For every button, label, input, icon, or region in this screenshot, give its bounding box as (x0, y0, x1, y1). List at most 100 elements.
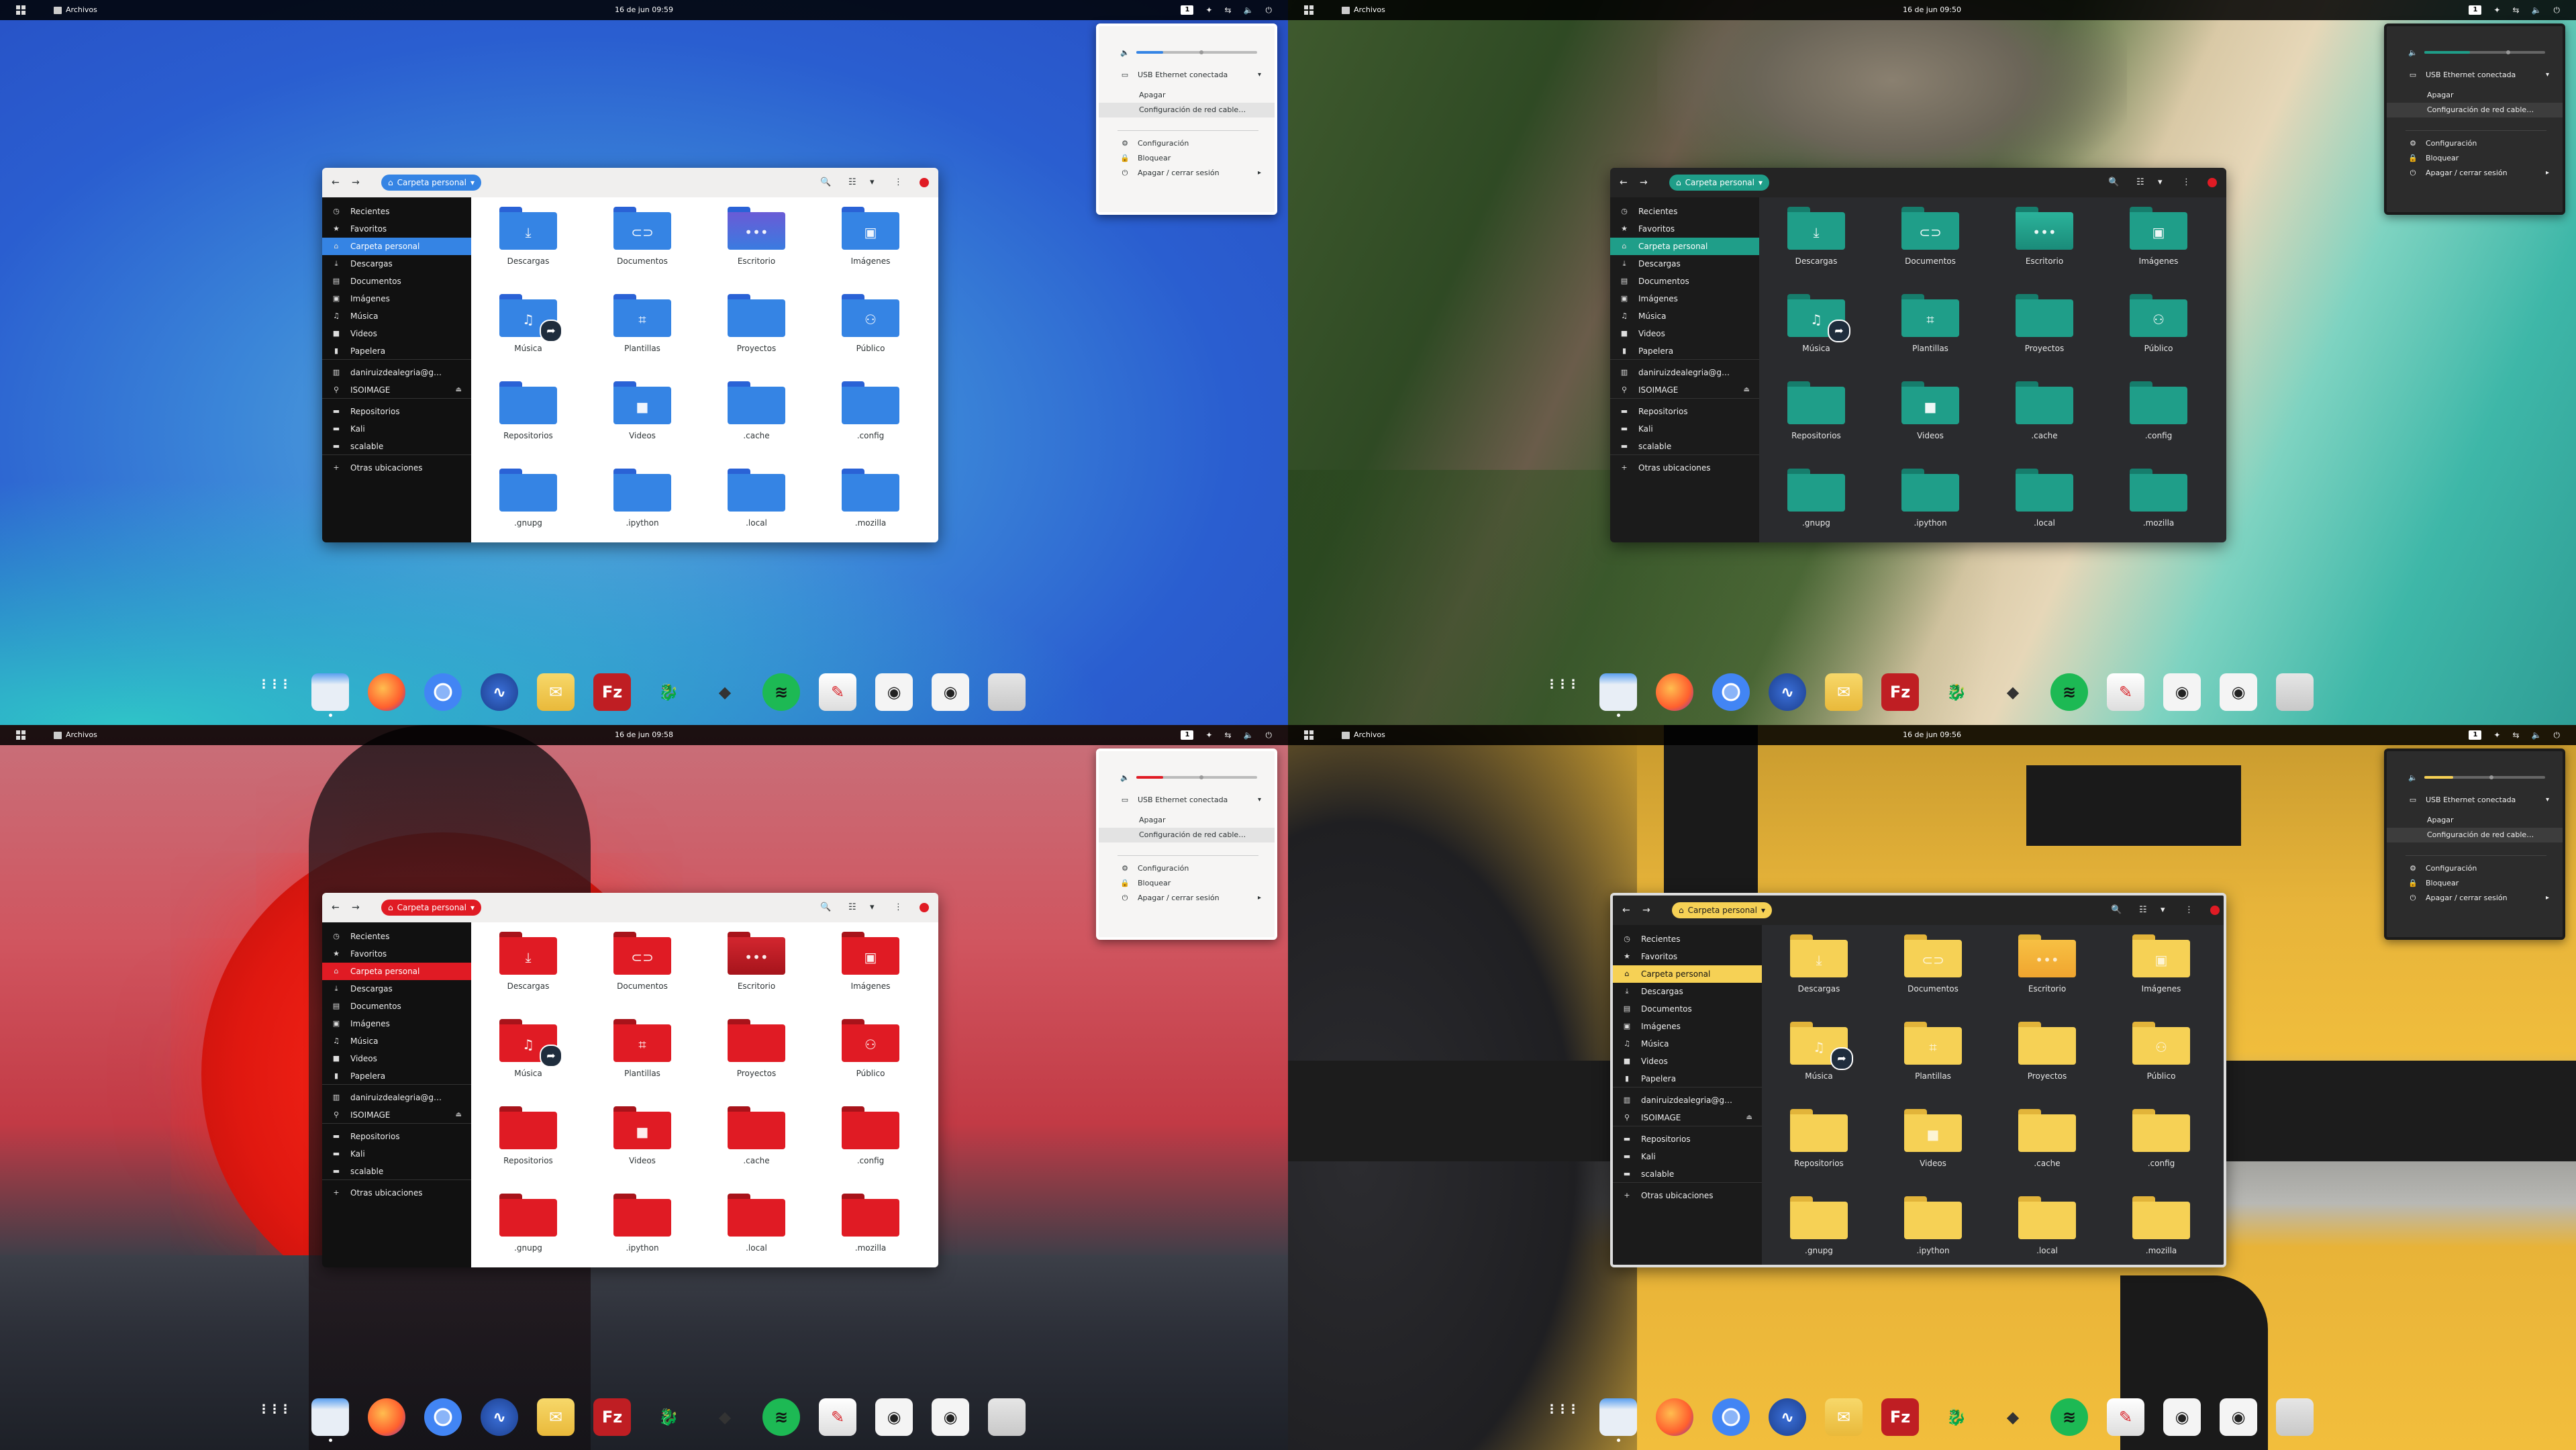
spotify-icon[interactable]: ≋ (762, 673, 800, 711)
sidebar-item[interactable]: + Otras ubicaciones (322, 459, 471, 477)
back-button[interactable]: ← (332, 177, 340, 188)
file-item[interactable]: ⚇ Público (2101, 285, 2216, 372)
lock-item[interactable]: 🔒 Bloquear (2408, 876, 2549, 891)
network-settings-item[interactable]: Configuración de red cable… (1099, 828, 1275, 842)
text-editor-icon[interactable]: ✎ (2107, 1398, 2144, 1436)
sidebar-item[interactable]: ▬ scalable (1610, 438, 1759, 455)
sidebar-item[interactable]: ■ Videos (1610, 325, 1759, 342)
show-apps-icon[interactable]: ⋮⋮⋮ (255, 673, 293, 711)
accessibility-icon[interactable]: ✦ (1205, 5, 1212, 15)
disk-icon[interactable]: ◉ (2220, 673, 2257, 711)
trash-icon[interactable] (988, 1398, 1026, 1436)
file-item[interactable]: .ipython (1876, 1187, 1990, 1265)
volume-track[interactable] (1136, 50, 1257, 54)
search-button[interactable]: 🔍 (820, 177, 831, 187)
disk-icon[interactable]: ◉ (875, 1398, 913, 1436)
mail-icon[interactable]: ✉ (1825, 673, 1863, 711)
search-button[interactable]: 🔍 (2111, 905, 2122, 915)
workspace-indicator[interactable]: 1 (1181, 5, 1194, 15)
accessibility-icon[interactable]: ✦ (2493, 5, 2500, 15)
settings-item[interactable]: ⚙ Configuración (1120, 861, 1261, 876)
accessibility-icon[interactable]: ✦ (1205, 730, 1212, 740)
sidebar-item[interactable]: ⤓ Descargas (322, 980, 471, 998)
file-item[interactable]: .mozilla (813, 1184, 928, 1267)
disk-icon[interactable]: ◉ (932, 1398, 969, 1436)
power-icon[interactable]: ⏻ (2554, 5, 2561, 15)
file-item[interactable]: .ipython (585, 1184, 699, 1267)
firefox-icon[interactable] (368, 1398, 405, 1436)
sidebar-item[interactable]: ▮ Papelera (1610, 342, 1759, 360)
sidebar-item[interactable]: + Otras ubicaciones (1610, 459, 1759, 477)
network-off-item[interactable]: Apagar (2387, 813, 2563, 828)
sidebar-item[interactable]: ▬ Kali (1613, 1148, 1762, 1165)
sidebar-item[interactable]: ▣ Imágenes (322, 290, 471, 307)
forward-button[interactable]: → (352, 177, 360, 188)
inkscape-icon[interactable]: ◆ (1994, 1398, 2032, 1436)
forward-button[interactable]: → (1640, 177, 1648, 188)
sidebar-item[interactable]: ♫ Música (322, 1032, 471, 1050)
network-icon[interactable]: ⇆ (1224, 5, 1231, 15)
sidebar-item[interactable]: ⌂ Carpeta personal (1613, 965, 1762, 983)
file-item[interactable]: ♫ ➦ Música (471, 1010, 585, 1097)
file-item[interactable]: ♫ ➦ Música (1759, 285, 1873, 372)
system-tray[interactable]: 1 ✦ ⇆ 🔈 ⏻ (1181, 730, 1272, 740)
back-button[interactable]: ← (332, 902, 340, 913)
power-item[interactable]: ⏻ Apagar / cerrar sesión ▸ (2408, 891, 2549, 906)
back-button[interactable]: ← (1622, 905, 1630, 916)
sidebar-item[interactable]: ⌂ Carpeta personal (322, 238, 471, 255)
workspace-indicator[interactable]: 1 (2469, 730, 2482, 740)
file-item[interactable]: ♫ ➦ Música (1762, 1012, 1876, 1100)
view-options-button[interactable]: ▾ (870, 902, 875, 912)
clock[interactable]: 16 de jun 09:58 (0, 730, 1288, 740)
file-item[interactable]: Repositorios (1759, 372, 1873, 459)
disk-icon[interactable]: ◉ (2163, 673, 2201, 711)
location-breadcrumb[interactable]: ⌂ Carpeta personal ▾ (1669, 175, 1770, 191)
file-item[interactable]: .gnupg (1759, 459, 1873, 542)
sidebar-item[interactable]: ▮ Papelera (1613, 1070, 1762, 1088)
system-monitor-icon[interactable]: ∿ (481, 1398, 518, 1436)
sidebar-item[interactable]: ▤ Documentos (322, 273, 471, 290)
file-item[interactable]: ▣ Imágenes (2104, 925, 2218, 1012)
file-item[interactable]: ⌗ Plantillas (585, 285, 699, 372)
kali-dragon-icon[interactable]: 🐉 (1938, 1398, 1975, 1436)
network-off-item[interactable]: Apagar (1099, 88, 1275, 103)
sidebar-item[interactable]: ★ Favoritos (1610, 220, 1759, 238)
file-item[interactable]: .mozilla (2101, 459, 2216, 542)
sidebar-item[interactable]: ▮ Papelera (322, 1067, 471, 1085)
network-row[interactable]: ▭ USB Ethernet conectada ▾ (1120, 793, 1261, 808)
chromium-icon[interactable] (1712, 1398, 1750, 1436)
filezilla-icon[interactable]: Fz (593, 1398, 631, 1436)
file-item[interactable]: ■ Videos (1876, 1100, 1990, 1187)
trash-icon[interactable] (988, 673, 1026, 711)
sidebar-item[interactable]: ▬ scalable (1613, 1165, 1762, 1183)
sidebar-item[interactable]: ▬ Repositorios (1613, 1130, 1762, 1148)
file-item[interactable]: Repositorios (471, 372, 585, 459)
sidebar-item[interactable]: ♫ Música (1613, 1035, 1762, 1053)
file-item[interactable]: .config (813, 1097, 928, 1184)
file-item[interactable]: .local (1990, 1187, 2104, 1265)
network-icon[interactable]: ⇆ (1224, 730, 1231, 740)
location-breadcrumb[interactable]: ⌂ Carpeta personal ▾ (381, 900, 482, 916)
network-row[interactable]: ▭ USB Ethernet conectada ▾ (2408, 793, 2549, 808)
network-icon[interactable]: ⇆ (2512, 730, 2519, 740)
show-apps-icon[interactable]: ⋮⋮⋮ (255, 1398, 293, 1436)
firefox-icon[interactable] (1656, 673, 1693, 711)
file-item[interactable]: ••• Escritorio (699, 922, 813, 1010)
volume-slider-row[interactable]: 🔈 (2408, 773, 2549, 782)
sidebar-item[interactable]: ▬ Kali (322, 1145, 471, 1163)
network-settings-item[interactable]: Configuración de red cable… (1099, 103, 1275, 117)
file-item[interactable]: .config (2101, 372, 2216, 459)
sidebar-item[interactable]: ♫ Música (322, 307, 471, 325)
file-item[interactable]: ⊂⊃ Documentos (1873, 197, 1987, 285)
system-tray[interactable]: 1 ✦ ⇆ 🔈 ⏻ (2469, 5, 2560, 15)
file-item[interactable]: ⌗ Plantillas (1873, 285, 1987, 372)
disk-icon[interactable]: ◉ (932, 673, 969, 711)
chromium-icon[interactable] (424, 673, 462, 711)
spotify-icon[interactable]: ≋ (2050, 673, 2088, 711)
volume-slider-row[interactable]: 🔈 (1120, 773, 1261, 782)
sidebar-item[interactable]: ▣ Imágenes (322, 1015, 471, 1032)
sidebar-item[interactable]: ▬ Kali (322, 420, 471, 438)
sidebar-item[interactable]: ■ Videos (322, 325, 471, 342)
file-item[interactable]: ⚇ Público (813, 285, 928, 372)
file-item[interactable]: .local (699, 1184, 813, 1267)
